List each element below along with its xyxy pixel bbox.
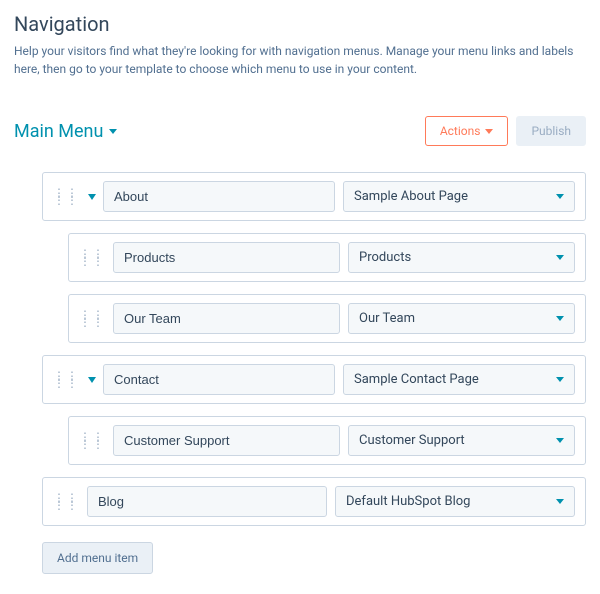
menu-label-input[interactable]	[113, 303, 340, 334]
menu-label-input[interactable]	[103, 181, 335, 212]
add-menu-item-button[interactable]: Add menu item	[42, 542, 153, 574]
menu-page-value: Our Team	[359, 311, 415, 326]
menu-page-select[interactable]: Our Team	[348, 303, 575, 334]
caret-down-icon	[556, 377, 564, 382]
actions-label: Actions	[440, 124, 481, 138]
caret-down-icon	[556, 499, 564, 504]
menu-page-select[interactable]: Customer Support	[348, 425, 575, 456]
menu-label-input[interactable]	[113, 425, 340, 456]
drag-handle-icon[interactable]: ⋮⋮⋮⋮	[79, 251, 105, 265]
menu-label-input[interactable]	[87, 486, 327, 517]
caret-down-icon	[556, 438, 564, 443]
menu-row: ⋮⋮⋮⋮ Sample About Page	[42, 172, 586, 221]
menu-page-select[interactable]: Sample Contact Page	[343, 364, 575, 395]
drag-handle-icon[interactable]: ⋮⋮⋮⋮	[53, 373, 79, 387]
menu-row: ⋮⋮⋮⋮ Sample Contact Page	[42, 355, 586, 404]
menu-row: ⋮⋮⋮⋮ Products	[68, 233, 586, 282]
drag-handle-icon[interactable]: ⋮⋮⋮⋮	[53, 190, 79, 204]
publish-label: Publish	[531, 124, 571, 138]
menu-tree: ⋮⋮⋮⋮ Sample About Page ⋮⋮⋮⋮ Products ⋮⋮⋮⋮ Our…	[14, 172, 586, 574]
menu-page-value: Sample Contact Page	[354, 372, 479, 387]
menu-page-select[interactable]: Products	[348, 242, 575, 273]
menu-page-select[interactable]: Sample About Page	[343, 181, 575, 212]
caret-down-icon	[556, 255, 564, 260]
chevron-down-icon[interactable]	[88, 377, 96, 383]
menu-row: ⋮⋮⋮⋮ Our Team	[68, 294, 586, 343]
menu-selector[interactable]: Main Menu	[14, 121, 117, 142]
caret-down-icon	[556, 194, 564, 199]
menu-page-value: Customer Support	[359, 433, 465, 448]
menu-page-value: Sample About Page	[354, 189, 468, 204]
drag-handle-icon[interactable]: ⋮⋮⋮⋮	[53, 495, 79, 509]
actions-button[interactable]: Actions	[425, 116, 509, 146]
menu-label-input[interactable]	[113, 242, 340, 273]
menu-row: ⋮⋮⋮⋮ Customer Support	[68, 416, 586, 465]
menu-page-value: Products	[359, 250, 411, 265]
menu-row: ⋮⋮⋮⋮ Default HubSpot Blog	[42, 477, 586, 526]
chevron-down-icon[interactable]	[88, 194, 96, 200]
page-subtitle: Help your visitors find what they're loo…	[14, 42, 586, 78]
caret-down-icon	[485, 129, 493, 134]
caret-down-icon	[556, 316, 564, 321]
caret-down-icon	[109, 129, 117, 134]
menu-page-select[interactable]: Default HubSpot Blog	[335, 486, 575, 517]
drag-handle-icon[interactable]: ⋮⋮⋮⋮	[79, 434, 105, 448]
drag-handle-icon[interactable]: ⋮⋮⋮⋮	[79, 312, 105, 326]
menu-page-value: Default HubSpot Blog	[346, 494, 470, 509]
menu-name-label: Main Menu	[14, 121, 103, 142]
menu-label-input[interactable]	[103, 364, 335, 395]
page-title: Navigation	[14, 12, 586, 36]
publish-button: Publish	[516, 116, 586, 146]
